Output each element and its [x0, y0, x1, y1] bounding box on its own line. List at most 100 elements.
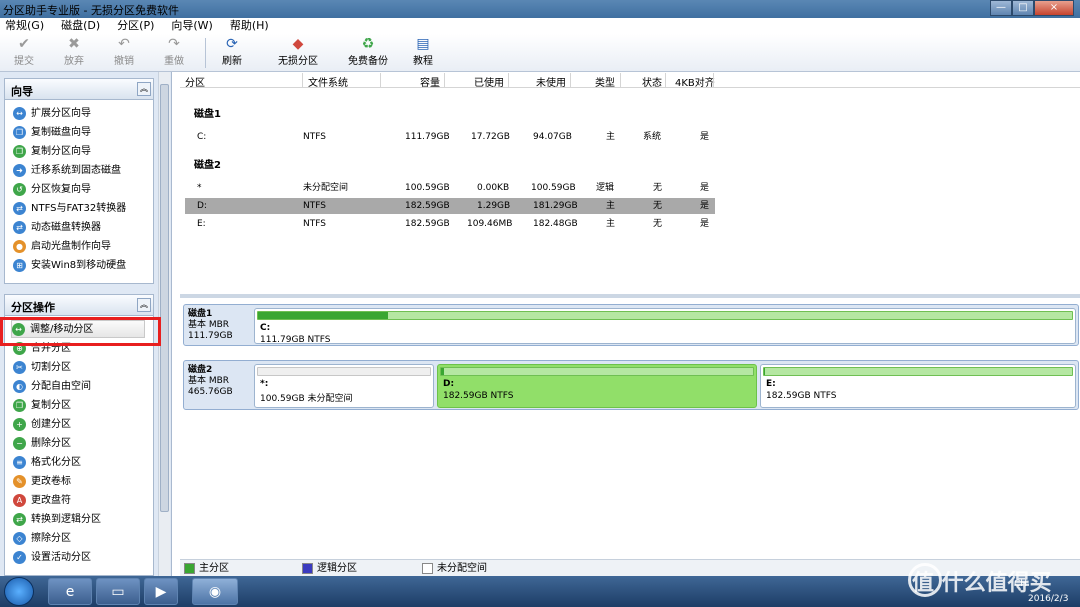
lossless-partition-button[interactable]: ◆ 无损分区: [278, 36, 318, 67]
col-used[interactable]: 已使用: [474, 74, 504, 89]
column-divider: [508, 73, 509, 87]
sidebar-item-to-logical[interactable]: ⇄ 转换到逻辑分区: [13, 511, 101, 529]
sidebar-item-label: 复制分区向导: [31, 146, 91, 157]
discard-button[interactable]: ✖ 放弃: [64, 36, 84, 67]
redo-button[interactable]: ↷ 重做: [164, 36, 184, 67]
menu-partition[interactable]: 分区(P): [117, 18, 154, 34]
wizard-section-header[interactable]: 向导 ︽: [4, 78, 154, 100]
sidebar-item-format[interactable]: ≡ 格式化分区: [13, 454, 81, 472]
col-type[interactable]: 类型: [595, 74, 615, 89]
cell-partition: C:: [197, 132, 207, 142]
refresh-button[interactable]: ⟳ 刷新: [222, 36, 242, 67]
sidebar-item-label: 设置活动分区: [31, 552, 91, 563]
copy-icon: ❐: [13, 398, 26, 412]
collapse-icon[interactable]: ︽: [137, 298, 151, 312]
partition-block-unallocated[interactable]: *: 100.59GB 未分配空间: [254, 364, 434, 408]
backup-icon: ♻: [361, 36, 375, 52]
menu-disk[interactable]: 磁盘(D): [61, 18, 100, 34]
refresh-icon: ⟳: [226, 36, 238, 52]
sidebar-item-migrate-ssd[interactable]: ➜ 迁移系统到固态磁盘: [13, 162, 121, 180]
sidebar-item-split[interactable]: ✂ 切割分区: [13, 359, 71, 377]
sidebar-item-label: 擦除分区: [31, 533, 71, 544]
split-icon: ✂: [13, 360, 26, 374]
cell-aligned: 是: [700, 219, 710, 229]
partition-ops-section-title: 分区操作: [11, 301, 55, 314]
table-header: 分区 文件系统 容量 已使用 未使用 类型 状态 4KB对齐: [180, 72, 1080, 89]
legend-unallocated: 未分配空间: [422, 562, 487, 575]
sidebar-item-ntfs-fat32[interactable]: ⇄ NTFS与FAT32转换器: [13, 200, 126, 218]
menu-general[interactable]: 常规(G): [5, 18, 44, 34]
sidebar-item-delete[interactable]: − 删除分区: [13, 435, 71, 453]
undo-button[interactable]: ↶ 撤销: [114, 36, 134, 67]
disk2-info: 磁盘2 基本 MBR 465.76GB: [188, 365, 233, 398]
collapse-icon[interactable]: ︽: [137, 82, 151, 96]
partition-ops-section-header[interactable]: 分区操作 ︽: [4, 294, 154, 316]
col-free[interactable]: 未使用: [536, 74, 566, 89]
col-capacity[interactable]: 容量: [420, 74, 440, 89]
legend-logical: 逻辑分区: [302, 562, 357, 575]
partition-block-c[interactable]: C: 111.79GB NTFS: [254, 308, 1076, 345]
sidebar-item-label: 迁移系统到固态磁盘: [31, 165, 121, 176]
cell-aligned: 是: [700, 132, 710, 142]
sidebar-item-recovery[interactable]: ↺ 分区恢复向导: [13, 181, 91, 199]
sidebar-item-boot-cd[interactable]: ● 启动光盘制作向导: [13, 238, 111, 256]
sidebar-item-label: 创建分区: [31, 419, 71, 430]
sidebar-item-win8-usb[interactable]: ⊞ 安装Win8到移动硬盘: [13, 257, 126, 275]
sidebar-item-wipe[interactable]: ◇ 擦除分区: [13, 530, 71, 548]
ie-taskbar-icon[interactable]: e: [48, 578, 92, 605]
sidebar-item-dynamic-disk[interactable]: ⇄ 动态磁盘转换器: [13, 219, 101, 237]
cell-filesystem: NTFS: [303, 219, 326, 229]
sidebar-item-change-label[interactable]: ✎ 更改卷标: [13, 473, 71, 491]
sidebar-item-change-letter[interactable]: A 更改盘符: [13, 492, 71, 510]
cell-capacity: 100.59GB: [405, 183, 450, 193]
legend-primary-label: 主分区: [199, 563, 229, 574]
disk1-label: 磁盘1: [194, 109, 221, 120]
cell-used: 109.46MB: [467, 219, 513, 229]
minimize-button[interactable]: —: [990, 0, 1012, 16]
disk2-map[interactable]: 磁盘2 基本 MBR 465.76GB *: 100.59GB 未分配空间 D:…: [183, 360, 1079, 410]
tutorial-button[interactable]: ▤ 教程: [413, 36, 433, 67]
sidebar-item-allocate-free[interactable]: ◐ 分配自由空间: [13, 378, 91, 396]
primary-swatch: [184, 562, 195, 574]
scrollbar-thumb[interactable]: [160, 84, 169, 512]
cell-capacity: 111.79GB: [405, 132, 450, 142]
sidebar-item-extend-wizard[interactable]: ↔ 扩展分区向导: [13, 105, 91, 123]
free-backup-button[interactable]: ♻ 免费备份: [348, 36, 388, 67]
close-button[interactable]: ×: [1034, 0, 1074, 16]
partition-block-d[interactable]: D: 182.59GB NTFS: [437, 364, 757, 408]
col-4k-align[interactable]: 4KB对齐: [675, 74, 715, 89]
disk-name: 磁盘2: [188, 365, 213, 375]
start-button[interactable]: [4, 577, 34, 606]
sidebar-item-label: 动态磁盘转换器: [31, 222, 101, 233]
sidebar-item-label: 更改卷标: [31, 476, 71, 487]
maximize-button[interactable]: □: [1012, 0, 1034, 16]
table-row[interactable]: E: NTFS 182.59GB 109.46MB 182.48GB 主 无 是: [185, 216, 715, 232]
partition-block-e[interactable]: E: 182.59GB NTFS: [760, 364, 1076, 408]
col-filesystem[interactable]: 文件系统: [308, 74, 348, 89]
table-row-selected[interactable]: D: NTFS 182.59GB 1.29GB 181.29GB 主 无 是: [185, 198, 715, 214]
col-partition[interactable]: 分区: [185, 74, 205, 89]
submit-button[interactable]: ✔ 提交: [14, 36, 34, 67]
partition-assistant-taskbar-icon[interactable]: ◉: [192, 578, 238, 605]
disk2-label: 磁盘2: [194, 160, 221, 171]
sidebar-item-copy[interactable]: ❐ 复制分区: [13, 397, 71, 415]
sidebar-item-set-active[interactable]: ✓ 设置活动分区: [13, 549, 91, 567]
table-row[interactable]: * 未分配空间 100.59GB 0.00KB 100.59GB 逻辑 无 是: [185, 180, 715, 196]
disk1-map[interactable]: 磁盘1 基本 MBR 111.79GB C: 111.79GB NTFS: [183, 304, 1079, 346]
cell-status: 无: [653, 183, 663, 193]
partition-summary: 182.59GB NTFS: [766, 391, 837, 401]
col-status[interactable]: 状态: [642, 74, 662, 89]
menu-wizard[interactable]: 向导(W): [171, 18, 212, 34]
sidebar-item-copy-disk[interactable]: ❐ 复制磁盘向导: [13, 124, 91, 142]
media-player-taskbar-icon[interactable]: ▶: [144, 578, 178, 605]
explorer-taskbar-icon[interactable]: ▭: [96, 578, 140, 605]
sidebar-item-create[interactable]: + 创建分区: [13, 416, 71, 434]
disk1-info: 磁盘1 基本 MBR 111.79GB: [188, 309, 233, 342]
copy-partition-icon: ❐: [13, 144, 26, 158]
table-row[interactable]: C: NTFS 111.79GB 17.72GB 94.07GB 主 系统 是: [185, 129, 715, 145]
label-icon: ✎: [13, 474, 26, 488]
menu-help[interactable]: 帮助(H): [230, 18, 269, 34]
disc-icon: ●: [13, 239, 26, 253]
submit-label: 提交: [14, 56, 34, 67]
sidebar-item-copy-partition[interactable]: ❐ 复制分区向导: [13, 143, 91, 161]
